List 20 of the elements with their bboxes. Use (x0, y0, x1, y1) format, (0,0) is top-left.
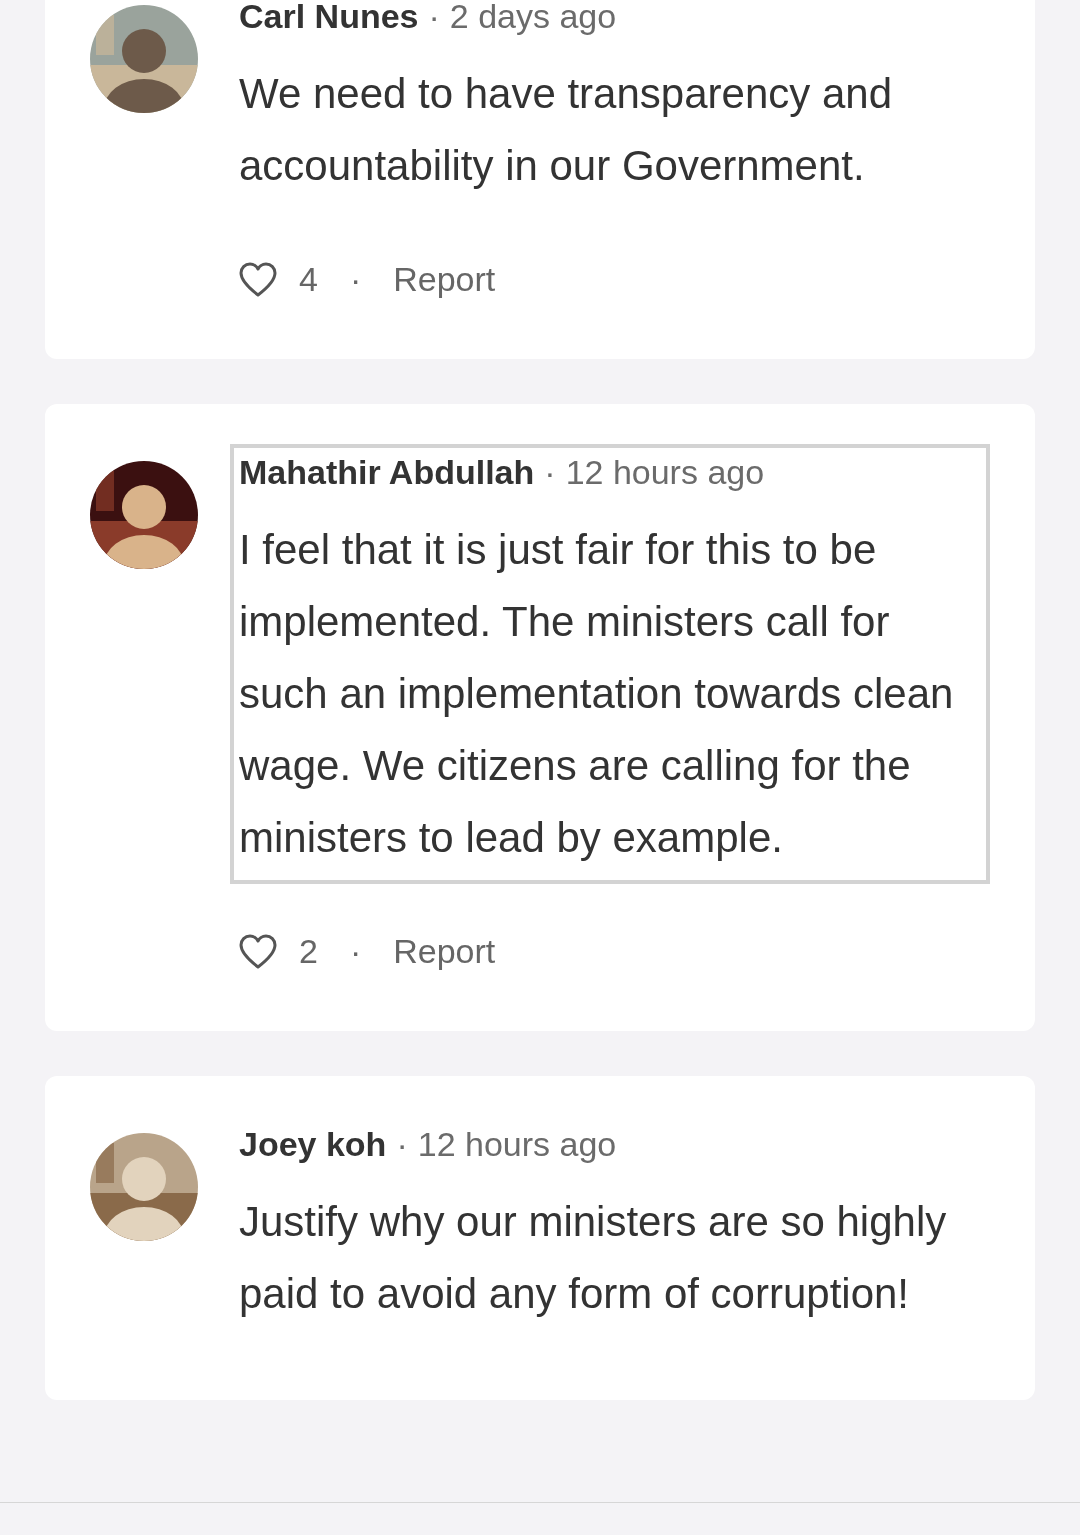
author-name[interactable]: Joey koh (239, 1124, 387, 1164)
report-link[interactable]: Report (393, 932, 496, 971)
author-name[interactable]: Carl Nunes (239, 0, 419, 36)
comment-time: 12 hours ago (417, 1124, 617, 1164)
separator-dot: · (349, 260, 362, 299)
comment-time: 12 hours ago (565, 452, 765, 492)
author-name[interactable]: Mahathir Abdullah (239, 452, 535, 492)
separator-dot: · (544, 452, 556, 492)
report-link[interactable]: Report (393, 260, 496, 299)
heart-icon[interactable] (239, 933, 277, 970)
comment-text: We need to have transparency and accountability in our Government. (239, 69, 893, 191)
comment-text: I feel that it is just fair for this to be implemented. The ministers call for such an implementation towards clean wage. We citizens are calling for the ministers to lead by example. (239, 525, 955, 863)
separator-dot: · (396, 1124, 408, 1164)
comment-text: Justify why our ministers are so highly paid to avoid any form of corruption! (239, 1197, 948, 1319)
separator-dot: · (428, 0, 440, 36)
comment-time: 2 days ago (449, 0, 617, 36)
like-count: 4 (299, 260, 318, 299)
heart-icon[interactable] (239, 261, 277, 298)
separator-dot: · (349, 932, 362, 971)
like-count: 2 (299, 932, 318, 971)
